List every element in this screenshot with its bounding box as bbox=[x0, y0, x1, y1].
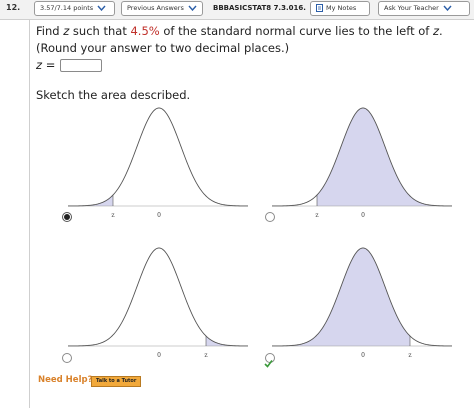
ask-teacher-label: Ask Your Teacher bbox=[384, 4, 439, 12]
normal-curve bbox=[68, 247, 248, 347]
option-graph-left-tail: z 0 bbox=[68, 104, 248, 222]
chevron-down-icon bbox=[97, 5, 106, 11]
question-header: 12. 3.57/7.14 points Previous Answers BB… bbox=[0, 0, 474, 20]
normal-curve-plot: z 0 bbox=[68, 107, 248, 219]
option-graph-right-tail: 0 z bbox=[68, 244, 248, 362]
question-number: 12. bbox=[6, 3, 21, 12]
option-radio-left-large[interactable] bbox=[265, 212, 275, 222]
tick-zero: 0 bbox=[157, 212, 161, 219]
previous-answers-label: Previous Answers bbox=[127, 4, 184, 12]
tick-zero: 0 bbox=[361, 352, 365, 359]
sketch-prompt: Sketch the area described. bbox=[36, 88, 191, 102]
my-notes-button[interactable]: My Notes bbox=[310, 1, 370, 16]
previous-answers-dropdown[interactable]: Previous Answers bbox=[121, 1, 203, 16]
option-radio-left-tail[interactable] bbox=[62, 212, 72, 222]
tick-z: z bbox=[204, 352, 207, 359]
z-answer-input[interactable] bbox=[60, 59, 102, 72]
tick-zero: 0 bbox=[157, 352, 161, 359]
left-divider bbox=[29, 20, 30, 408]
ask-teacher-dropdown[interactable]: Ask Your Teacher bbox=[378, 1, 470, 16]
tick-zero: 0 bbox=[361, 212, 365, 219]
option-radio-right-tail[interactable] bbox=[62, 353, 72, 363]
percent-value: 4.5% bbox=[130, 24, 160, 38]
talk-to-tutor-button[interactable]: Talk to a Tutor bbox=[91, 376, 142, 387]
normal-curve bbox=[68, 107, 248, 207]
normal-curve-plot: z 0 bbox=[272, 107, 452, 219]
chevron-down-icon bbox=[188, 5, 197, 11]
tick-z: z bbox=[315, 212, 318, 219]
option-graph-left-of-right-z: 0 z bbox=[272, 244, 452, 362]
normal-curve-plot: 0 z bbox=[68, 247, 248, 359]
points-dropdown[interactable]: 3.57/7.14 points bbox=[34, 1, 115, 16]
need-help-label: Need Help? bbox=[38, 375, 93, 385]
notes-icon bbox=[316, 4, 323, 12]
round-note: (Round your answer to two decimal places… bbox=[36, 41, 290, 55]
correct-check-icon bbox=[264, 359, 273, 368]
z-label: z = bbox=[36, 58, 56, 72]
points-label: 3.57/7.14 points bbox=[40, 4, 94, 12]
tick-z: z bbox=[111, 212, 114, 219]
chevron-down-icon bbox=[443, 5, 452, 11]
question-text: Find z such that 4.5% of the standard no… bbox=[36, 24, 443, 38]
option-graph-left-large: z 0 bbox=[272, 104, 452, 222]
my-notes-label: My Notes bbox=[326, 4, 357, 12]
tick-z: z bbox=[408, 352, 411, 359]
question-id: BBBASICSTAT8 7.3.016. bbox=[213, 4, 306, 12]
normal-curve-plot: 0 z bbox=[272, 247, 452, 359]
